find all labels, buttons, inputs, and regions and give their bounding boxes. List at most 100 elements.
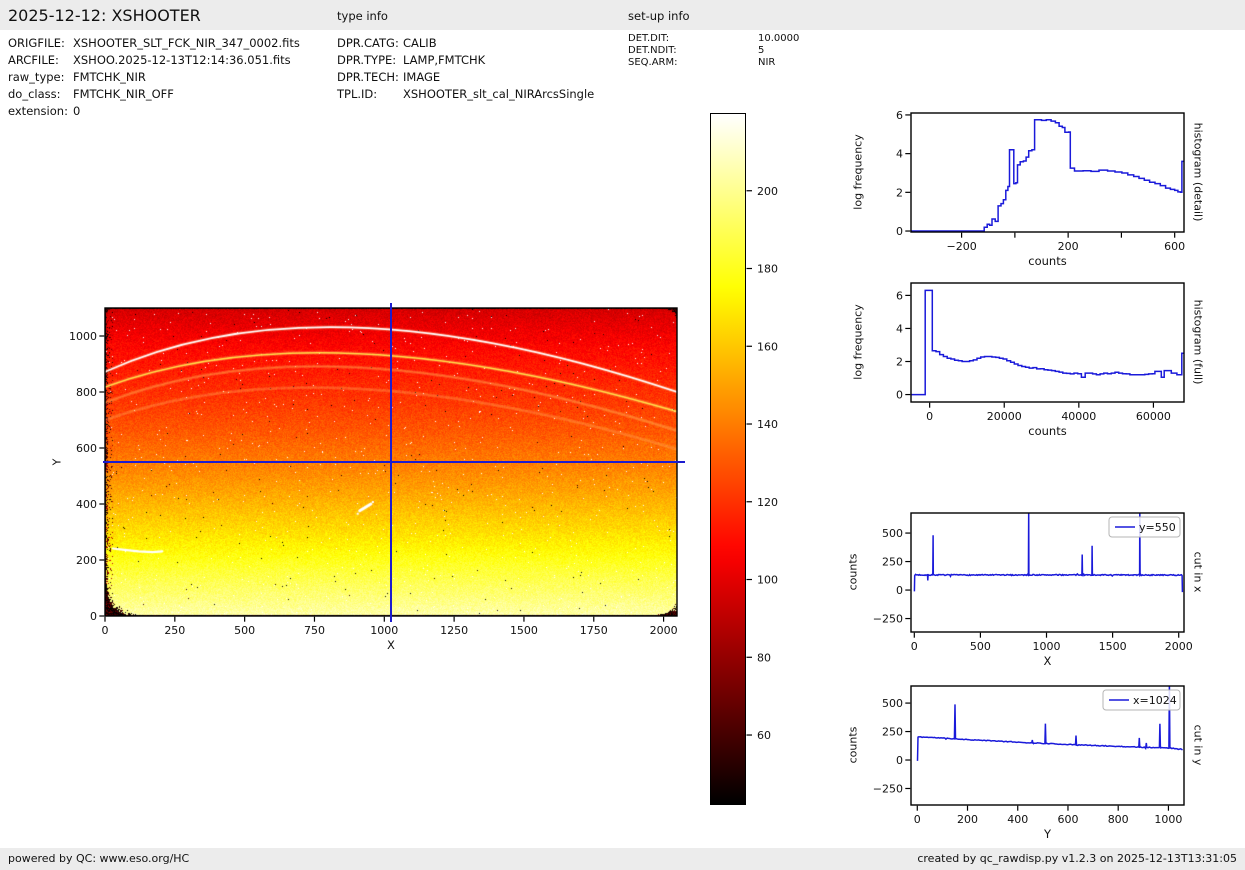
colorbar-tick-label: 180	[757, 263, 778, 276]
y-tick-label: −250	[873, 613, 903, 626]
cut-in-x-plot: 0500100015002000−2500250500Xy=550	[850, 505, 1195, 685]
info-label: DET.DIT:	[628, 33, 669, 44]
x-tick-label: 1500	[510, 624, 538, 637]
hist-full-y-label: log frequency	[852, 304, 865, 379]
x-tick-label: 1000	[1154, 813, 1182, 826]
setup-info-title: set-up info	[628, 0, 690, 30]
x-axis-label: counts	[1028, 424, 1066, 438]
x-tick-label: 500	[970, 640, 991, 653]
cut-y-y-label: counts	[847, 727, 860, 764]
hist-detail-right-label: histogram (detail)	[1192, 123, 1205, 222]
x-axis-label: X	[1044, 654, 1052, 668]
cut-in-y-plot: 0 200 400 600 800 1000 −250 0 250 500 Yx=1024	[850, 678, 1195, 858]
info-value: XSHOOTER_SLT_FCK_NIR_347_0002.fits	[73, 36, 300, 50]
info-value: FMTCHK_NIR	[73, 70, 146, 84]
info-value: 10.0000	[758, 33, 799, 44]
qc-report-page: 2025-12-12: XSHOOTER type info set-up in…	[0, 0, 1245, 870]
y-tick-label: 0	[896, 754, 903, 767]
y-tick-label: 0	[896, 225, 903, 238]
colorbar-tick-label: 140	[757, 418, 778, 431]
info-label: DPR.TECH:	[337, 70, 399, 84]
x-tick-label: 2000	[650, 624, 678, 637]
y-tick-label: 0	[90, 610, 97, 623]
x-tick-label: 800	[1108, 813, 1129, 826]
y-tick-label: 500	[882, 697, 903, 710]
y-tick-label: 200	[76, 554, 97, 567]
x-tick-label: 400	[1007, 813, 1028, 826]
type-info-title: type info	[337, 0, 388, 30]
x-tick-label: 200	[1058, 240, 1079, 253]
x-axis-label: Y	[1043, 827, 1052, 841]
info-value: NIR	[758, 57, 775, 68]
y-tick-label: −250	[873, 782, 903, 795]
legend-label: y=550	[1139, 521, 1176, 534]
axes-frame	[911, 283, 1184, 402]
data-line	[911, 290, 1184, 394]
y-tick-label: 6	[896, 289, 903, 302]
info-label: DPR.TYPE:	[337, 53, 396, 67]
info-value: FMTCHK_NIR_OFF	[73, 87, 174, 101]
y-tick-label: 250	[882, 726, 903, 739]
x-tick-label: 40000	[1061, 410, 1096, 423]
legend-label: x=1024	[1133, 694, 1177, 707]
cut-x-right-label: cut in x	[1192, 552, 1205, 593]
info-label: do_class:	[8, 87, 61, 101]
info-label: DET.NDIT:	[628, 45, 677, 56]
x-tick-label: 0	[911, 640, 918, 653]
y-tick-label: 2	[896, 186, 903, 199]
x-tick-label: 1000	[370, 624, 398, 637]
info-label: ARCFILE:	[8, 53, 59, 67]
y-tick-label: 4	[896, 148, 903, 161]
info-label: extension:	[8, 104, 68, 118]
x-tick-label: 600	[1164, 240, 1185, 253]
histogram-full-plot: 02000040000600000246counts	[850, 275, 1195, 455]
page-title: 2025-12-12: XSHOOTER	[8, 0, 201, 30]
footer-right-text: created by qc_rawdisp.py v1.2.3 on 2025-…	[917, 848, 1237, 870]
hist-detail-y-label: log frequency	[852, 134, 865, 209]
cut-y-right-label: cut in y	[1192, 725, 1205, 766]
y-tick-label: 250	[882, 556, 903, 569]
footer-bar: powered by QC: www.eso.org/HC created by…	[0, 848, 1245, 870]
y-tick-label: 800	[76, 386, 97, 399]
colorbar	[710, 113, 746, 805]
cut-x-y-label: counts	[847, 554, 860, 591]
x-tick-label: 1750	[580, 624, 608, 637]
x-tick-label: 1500	[1099, 640, 1127, 653]
x-tick-label: 20000	[987, 410, 1022, 423]
info-label: TPL.ID:	[337, 87, 377, 101]
hist-full-right-label: histogram (full)	[1192, 300, 1205, 385]
x-tick-label: 0	[914, 813, 921, 826]
colorbar-tick-label: 60	[757, 729, 771, 742]
y-tick-label: 1000	[69, 330, 97, 343]
info-label: DPR.CATG:	[337, 36, 399, 50]
colorbar-tick-label: 120	[757, 496, 778, 509]
y-tick-label: 600	[76, 442, 97, 455]
y-tick-label: 0	[896, 584, 903, 597]
axes-frame	[911, 113, 1184, 232]
info-value: 0	[73, 104, 80, 118]
colorbar-tick-label: 100	[757, 574, 778, 587]
footer-left-text: powered by QC: www.eso.org/HC	[8, 848, 189, 870]
x-tick-label: 500	[234, 624, 255, 637]
x-tick-label: 0	[102, 624, 109, 637]
x-tick-label: 60000	[1136, 410, 1171, 423]
x-tick-label: 2000	[1165, 640, 1193, 653]
detector-image-axes: 0250500750100012501500175020000200400600…	[60, 285, 710, 670]
x-tick-label: 1000	[1033, 640, 1061, 653]
info-value: XSHOO.2025-12-13T12:14:36.051.fits	[73, 53, 291, 67]
info-value: IMAGE	[403, 70, 440, 84]
y-tick-label: 4	[896, 322, 903, 335]
x-tick-label: 1250	[440, 624, 468, 637]
info-value: XSHOOTER_slt_cal_NIRArcsSingle	[403, 87, 594, 101]
info-label: ORIGFILE:	[8, 36, 65, 50]
x-axis-label: X	[387, 638, 395, 652]
info-value: CALIB	[403, 36, 437, 50]
colorbar-tick-label: 160	[757, 340, 778, 353]
x-tick-label: 600	[1057, 813, 1078, 826]
data-line	[911, 120, 1184, 231]
x-tick-label: −200	[946, 240, 976, 253]
y-tick-label: 400	[76, 498, 97, 511]
x-axis-label: counts	[1028, 254, 1066, 268]
x-tick-label: 200	[957, 813, 978, 826]
colorbar-ticks: 2001801601401201008060	[746, 100, 806, 820]
